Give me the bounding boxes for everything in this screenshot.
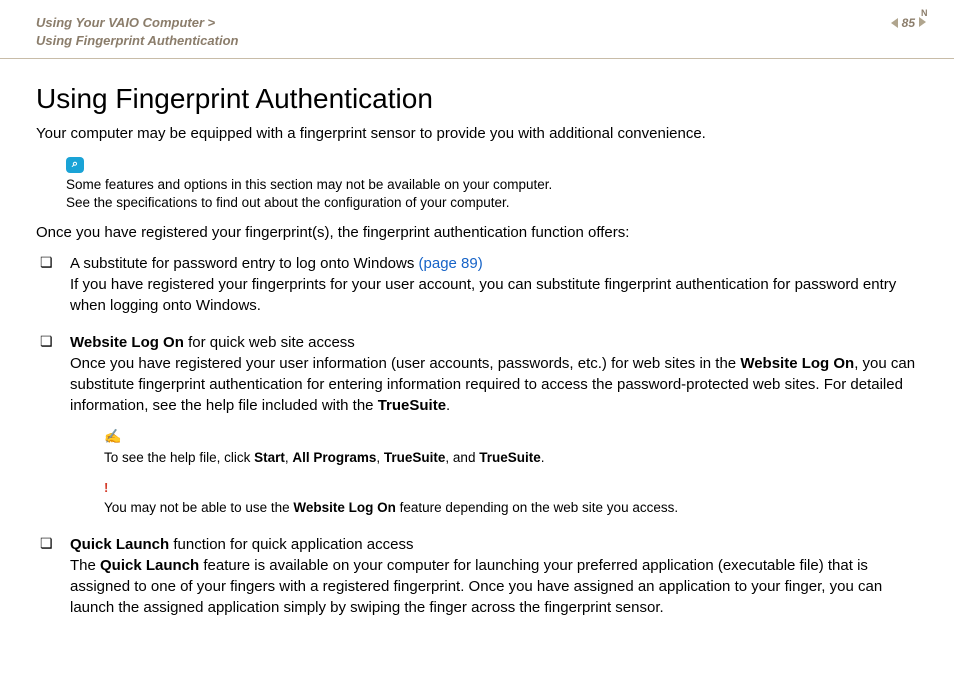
item-lead-rest: function for quick application access (169, 536, 413, 553)
list-item: Website Log On for quick web site access… (36, 332, 918, 517)
breadcrumb-separator: > (208, 15, 216, 30)
page-header: Using Your VAIO Computer > Using Fingerp… (0, 0, 954, 59)
item-lead-bold: Quick Launch (70, 536, 169, 553)
pencil-icon: ✍ (104, 427, 121, 447)
item-lead-bold: Website Log On (70, 334, 184, 351)
list-preamble: Once you have registered your fingerprin… (36, 224, 918, 241)
list-item: A substitute for password entry to log o… (36, 253, 918, 316)
info-note-text: Some features and options in this sectio… (66, 176, 918, 212)
item-body-end: . (446, 397, 450, 414)
warning-note: ! You may not be able to use the Website… (104, 477, 918, 517)
bold-term: Website Log On (740, 355, 854, 372)
info-note-line-1: Some features and options in this sectio… (66, 177, 552, 192)
next-page-button[interactable]: N (919, 14, 926, 32)
page-content: Using Fingerprint Authentication Your co… (0, 59, 954, 663)
page-number: 85 (902, 16, 915, 30)
item-lead: A substitute for password entry to log o… (70, 255, 419, 272)
breadcrumb-level-1: Using Your VAIO Computer (36, 15, 204, 30)
info-note: ⌕ Some features and options in this sect… (66, 154, 918, 212)
bold-term: TrueSuite (378, 397, 446, 414)
item-body-pre: Once you have registered your user infor… (70, 355, 740, 372)
page-navigation: 85 N (891, 14, 926, 32)
breadcrumb-level-2: Using Fingerprint Authentication (36, 33, 238, 48)
tip-note: ✍ To see the help file, click Start, All… (104, 426, 918, 467)
feature-list: A substitute for password entry to log o… (36, 253, 918, 617)
page-link[interactable]: (page 89) (419, 255, 483, 272)
next-page-arrow-icon (919, 17, 926, 27)
page-title: Using Fingerprint Authentication (36, 83, 918, 115)
tip-note-text: To see the help file, click Start, All P… (104, 449, 918, 467)
breadcrumb: Using Your VAIO Computer > Using Fingerp… (36, 14, 238, 50)
intro-paragraph: Your computer may be equipped with a fin… (36, 125, 918, 142)
info-note-line-2: See the specifications to find out about… (66, 195, 510, 210)
bold-term: Quick Launch (100, 557, 199, 574)
list-item: Quick Launch function for quick applicat… (36, 534, 918, 618)
prev-page-arrow-icon[interactable] (891, 18, 898, 28)
item-body: If you have registered your fingerprints… (70, 276, 896, 314)
next-label: N (921, 8, 928, 18)
item-lead-rest: for quick web site access (184, 334, 355, 351)
item-body-pre: The (70, 557, 100, 574)
search-icon: ⌕ (66, 157, 84, 173)
warning-note-text: You may not be able to use the Website L… (104, 499, 918, 517)
warning-icon: ! (104, 479, 108, 497)
